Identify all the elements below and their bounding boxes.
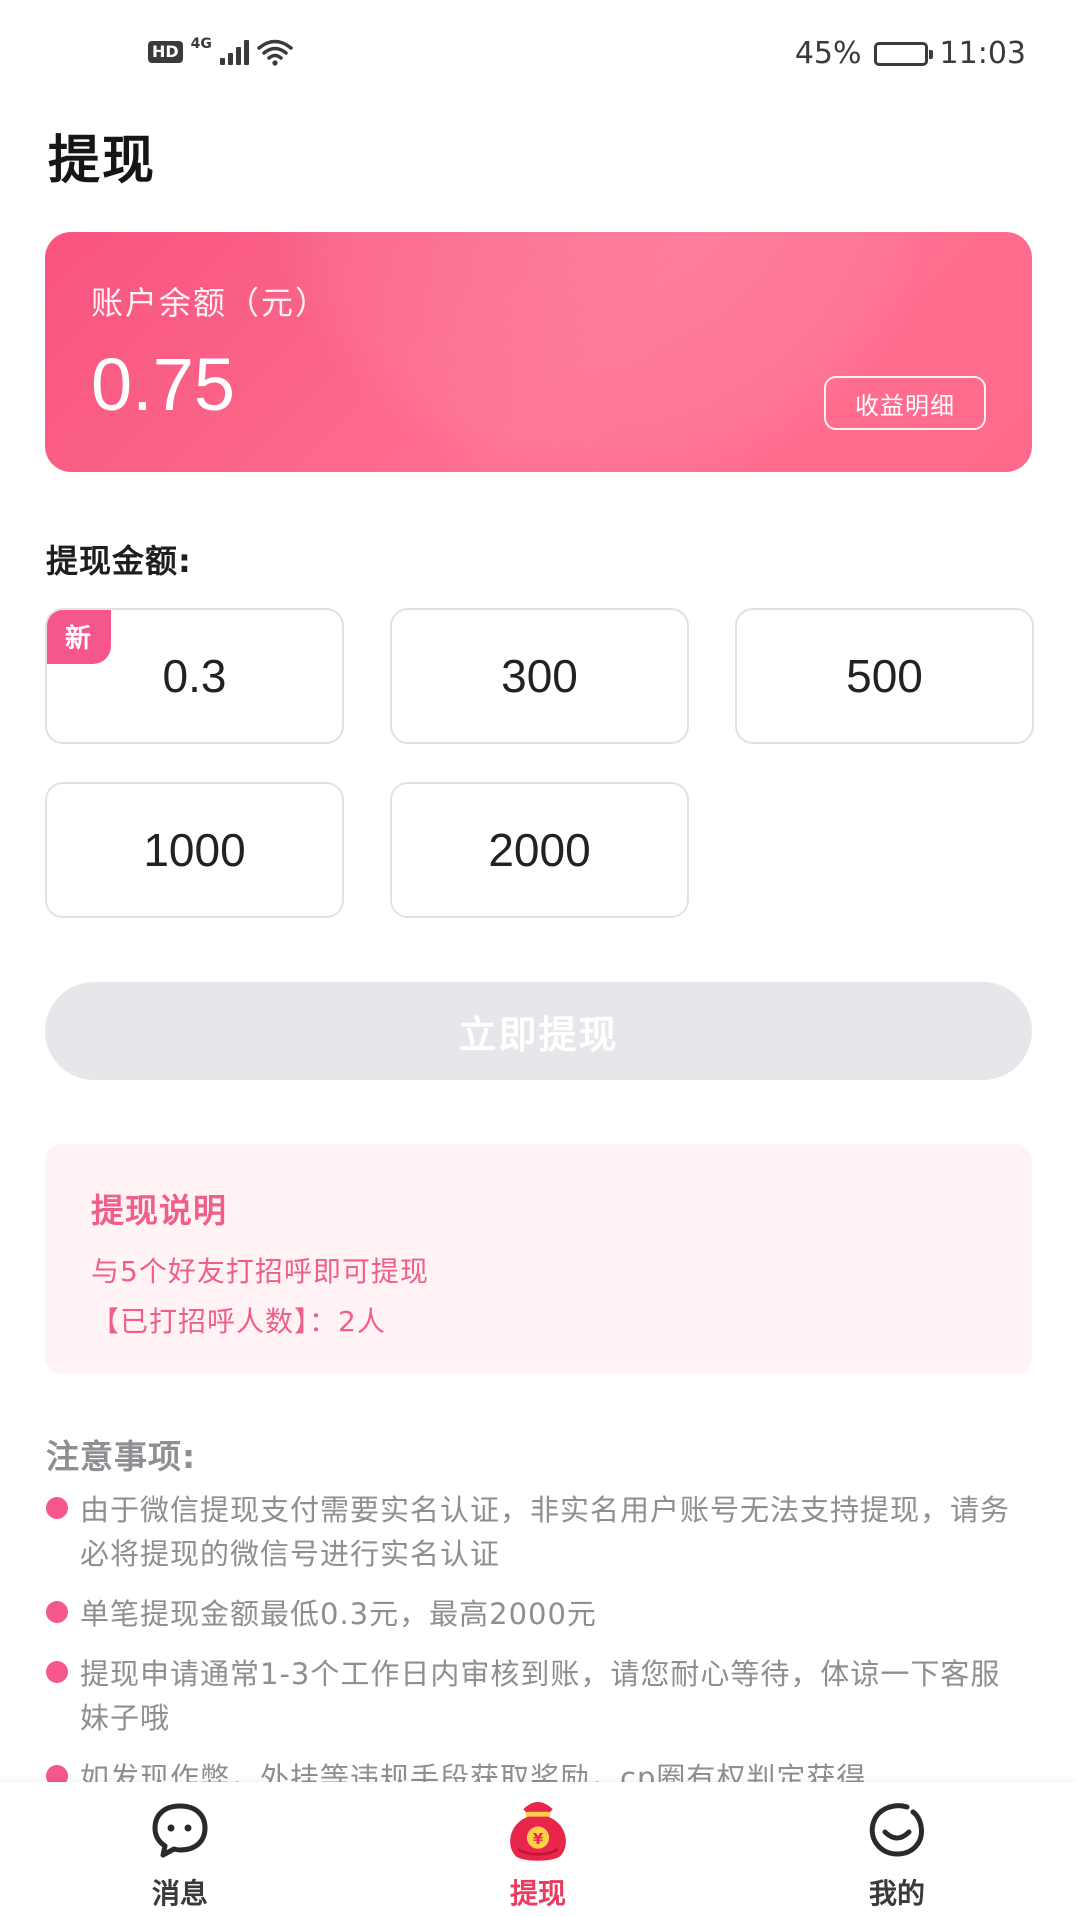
status-bar: HD 4G 45% 11:03 bbox=[0, 0, 1076, 108]
card-decoration bbox=[255, 232, 955, 472]
bottom-nav: 消息 ¥ 提现 我的 bbox=[0, 1782, 1076, 1916]
smiley-face-icon bbox=[869, 1803, 924, 1857]
wifi-icon bbox=[257, 39, 293, 66]
battery-icon bbox=[873, 41, 933, 66]
amount-value: 500 bbox=[846, 650, 923, 702]
explanation-title: 提现说明 bbox=[91, 1191, 227, 1230]
withdraw-explanation-box: 提现说明 与5个好友打招呼即可提现 【已打招呼人数】：2人 bbox=[45, 1144, 1032, 1374]
amount-value: 1000 bbox=[143, 824, 246, 876]
amount-option-1000[interactable]: 1000 bbox=[45, 782, 344, 918]
new-badge: 新 bbox=[47, 610, 111, 664]
notes-title: 注意事项: bbox=[46, 1437, 197, 1476]
status-left: HD 4G bbox=[148, 36, 293, 66]
hd-icon: HD bbox=[148, 41, 183, 63]
greeted-count-line: 【已打招呼人数】：2人 bbox=[91, 1305, 386, 1338]
note-text: 由于微信提现支付需要实名认证，非实名用户账号无法支持提现，请务必将提现的微信号进… bbox=[80, 1493, 1011, 1571]
note-text: 提现申请通常1-3个工作日内审核到账，请您耐心等待，体谅一下客服妹子哦 bbox=[80, 1657, 1001, 1735]
withdraw-page: HD 4G 45% 11:03 提现 账户余额（元） 0.75 收益明细 提现金… bbox=[0, 0, 1076, 1916]
balance-card: 账户余额（元） 0.75 收益明细 bbox=[45, 232, 1032, 472]
status-right: 45% 11:03 bbox=[795, 36, 1026, 71]
nav-label: 消息 bbox=[151, 1877, 208, 1910]
balance-value: 0.75 bbox=[91, 343, 236, 426]
amount-option-300[interactable]: 300 bbox=[390, 608, 689, 744]
note-item: 由于微信提现支付需要实名认证，非实名用户账号无法支持提现，请务必将提现的微信号进… bbox=[46, 1488, 1030, 1576]
network-type-label: 4G bbox=[190, 36, 212, 52]
nav-item-mine[interactable]: 我的 bbox=[797, 1782, 997, 1916]
amount-option-0.3[interactable]: 新 0.3 bbox=[45, 608, 344, 744]
signal-icon bbox=[219, 39, 249, 65]
bullet-dot-icon bbox=[46, 1661, 68, 1683]
note-item: 提现申请通常1-3个工作日内审核到账，请您耐心等待，体谅一下客服妹子哦 bbox=[46, 1652, 1030, 1740]
nav-label: 我的 bbox=[868, 1877, 925, 1910]
money-bag-icon: ¥ bbox=[510, 1801, 566, 1861]
chat-bubble-icon bbox=[152, 1803, 208, 1858]
bullet-dot-icon bbox=[46, 1497, 68, 1519]
nav-label: 提现 bbox=[509, 1877, 566, 1910]
amount-option-2000[interactable]: 2000 bbox=[390, 782, 689, 918]
clock: 11:03 bbox=[939, 36, 1026, 71]
explanation-line: 与5个好友打招呼即可提现 bbox=[91, 1255, 429, 1288]
note-text: 单笔提现金额最低0.3元，最高2000元 bbox=[80, 1597, 597, 1631]
page-title: 提现 bbox=[48, 131, 157, 191]
amount-option-500[interactable]: 500 bbox=[735, 608, 1034, 744]
withdraw-amount-label: 提现金额: bbox=[46, 542, 192, 580]
battery-percent: 45% bbox=[794, 36, 862, 71]
currency-symbol: ¥ bbox=[533, 1831, 544, 1848]
amount-value: 2000 bbox=[488, 824, 591, 876]
bullet-dot-icon bbox=[46, 1601, 68, 1623]
withdraw-now-button[interactable]: 立即提现 bbox=[45, 982, 1032, 1080]
note-item: 单笔提现金额最低0.3元，最高2000元 bbox=[46, 1592, 1030, 1636]
balance-label: 账户余额（元） bbox=[91, 284, 330, 322]
amount-value: 0.3 bbox=[162, 650, 227, 702]
amount-value: 300 bbox=[501, 650, 578, 702]
nav-item-withdraw[interactable]: ¥ 提现 bbox=[438, 1782, 638, 1916]
nav-item-messages[interactable]: 消息 bbox=[80, 1782, 280, 1916]
earnings-detail-button[interactable]: 收益明细 bbox=[824, 376, 986, 430]
